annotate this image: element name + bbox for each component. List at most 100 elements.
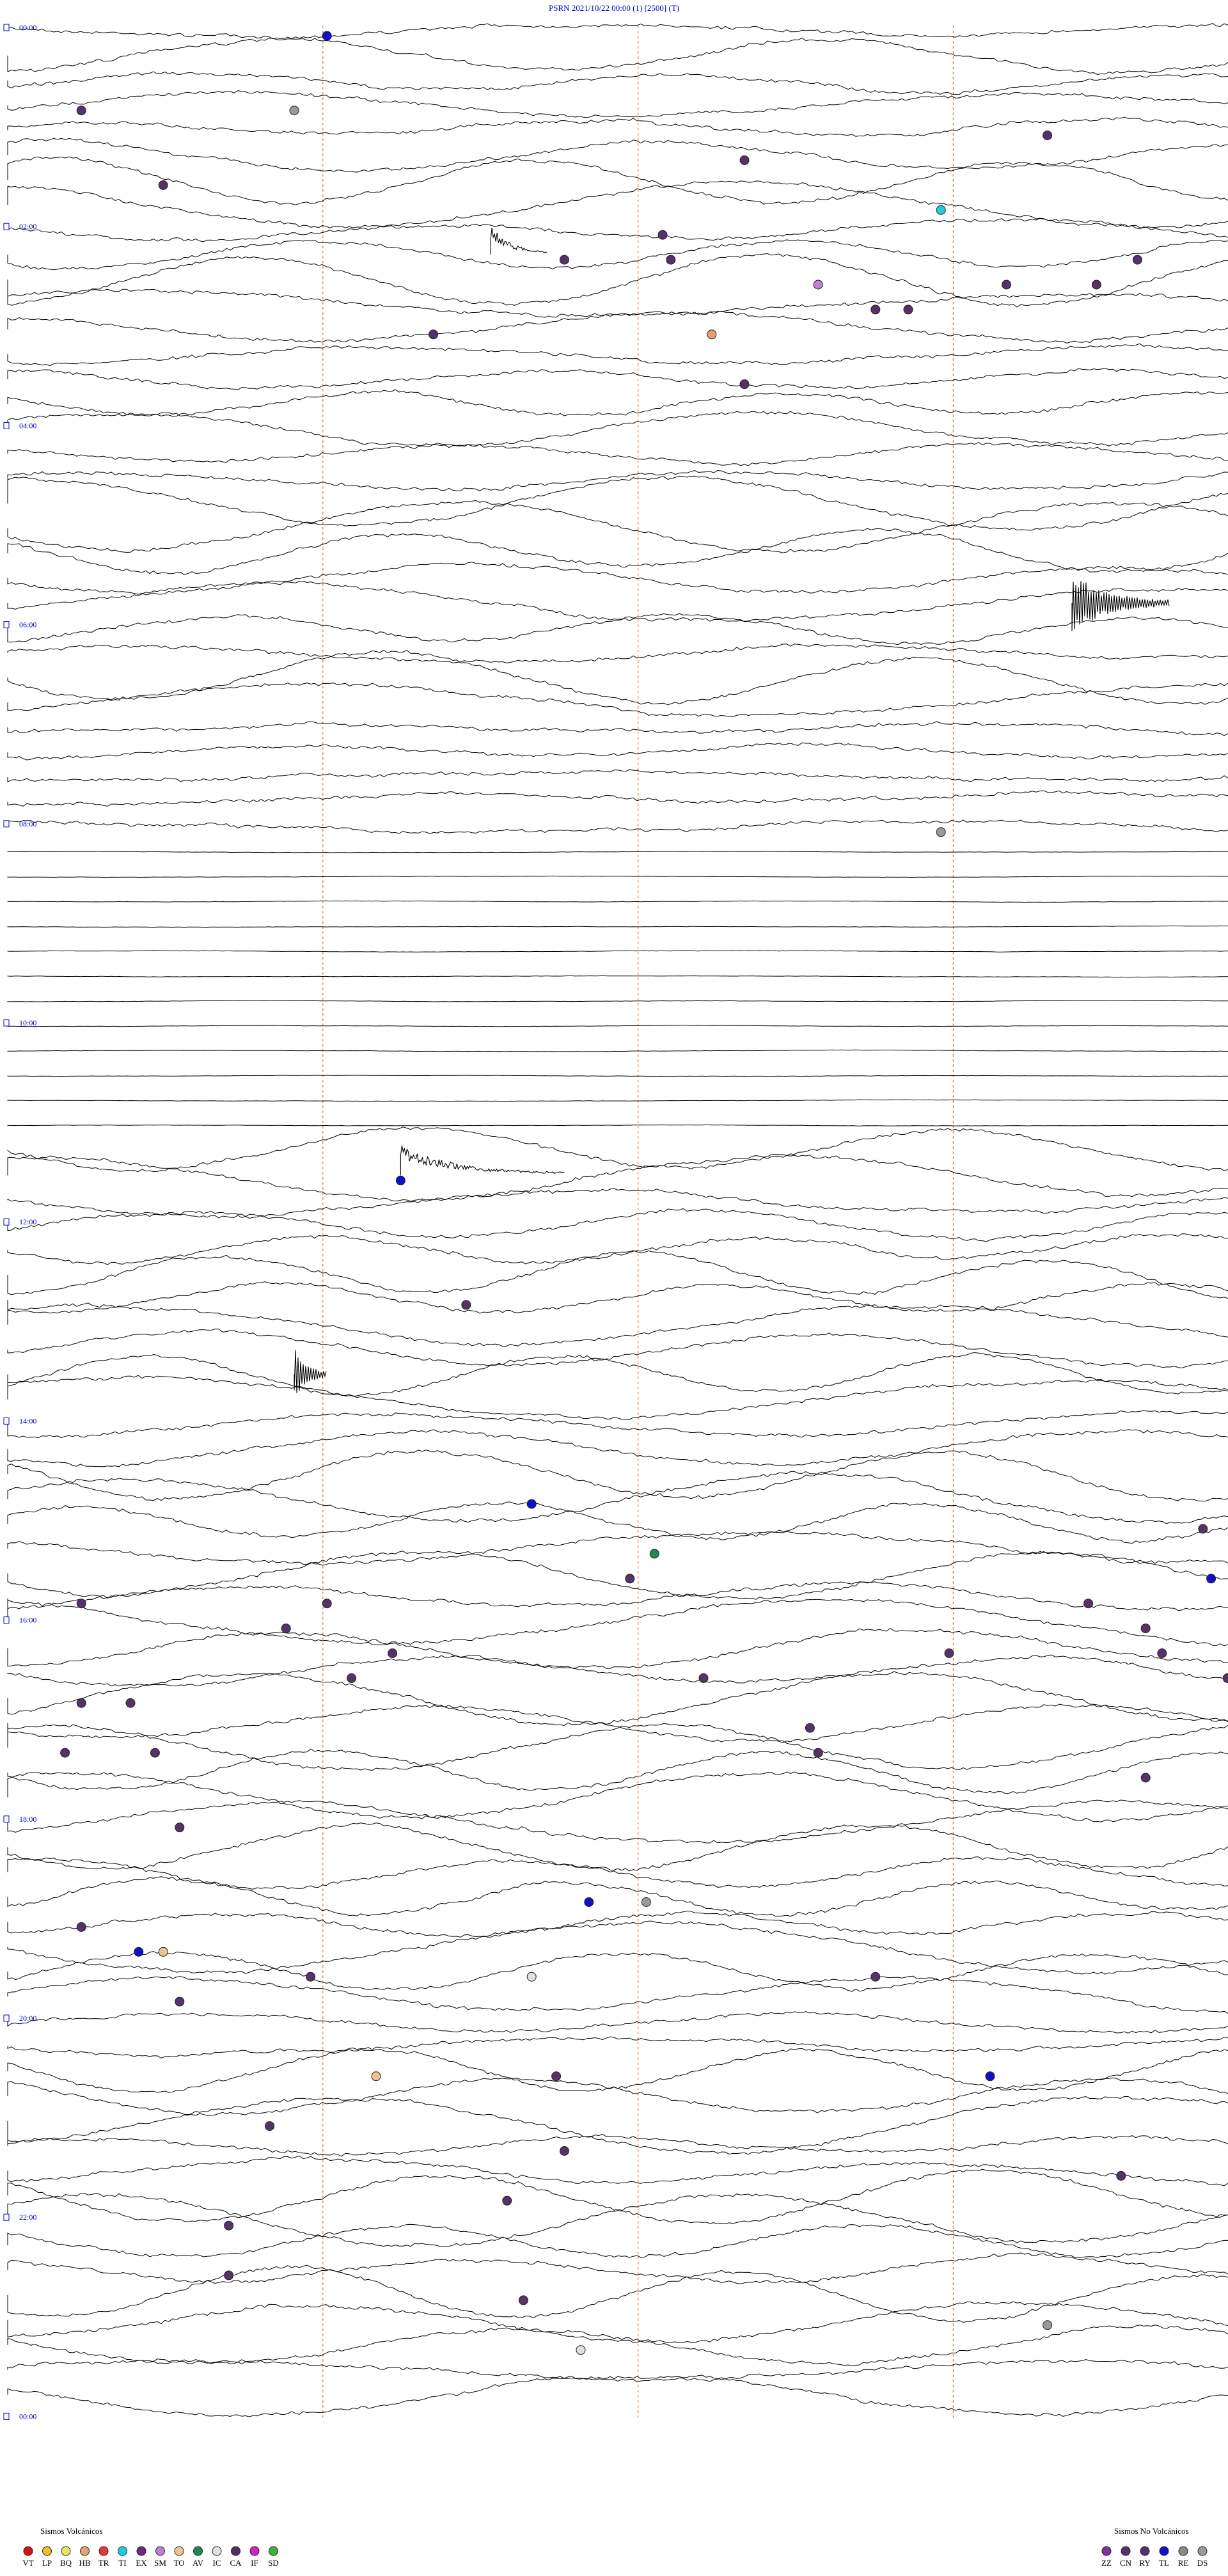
event-dot <box>870 1972 881 1982</box>
legend-dot <box>231 2546 240 2556</box>
legend-dot <box>155 2546 165 2556</box>
event-dot <box>1222 1673 1228 1683</box>
trace-row <box>7 1703 1228 1743</box>
trace-row <box>7 819 1228 834</box>
legend-code: CA <box>230 2558 242 2568</box>
trace-row <box>7 1208 1228 1242</box>
legend-dot <box>269 2546 278 2556</box>
event-dot <box>1157 1648 1167 1658</box>
legend-dot <box>1140 2546 1150 2556</box>
trace-row <box>7 925 1228 928</box>
legend-code: TL <box>1159 2558 1169 2568</box>
trace-row <box>7 790 1228 807</box>
event-dot <box>739 379 750 390</box>
event-dot <box>649 1549 659 1559</box>
trace-row <box>7 1822 1228 1872</box>
time-label-box <box>3 2014 10 2022</box>
legend-dot <box>1178 2546 1188 2556</box>
legend-dot <box>1197 2546 1208 2556</box>
trace-row <box>7 1429 1228 1467</box>
time-label-box <box>3 422 10 429</box>
burst-waveform <box>294 1350 327 1393</box>
trace-row <box>7 475 1228 531</box>
time-label-box <box>3 223 10 230</box>
event-dot <box>158 180 168 190</box>
trace-row <box>7 721 1228 736</box>
trace-row <box>7 1025 1228 1027</box>
event-dot <box>870 304 881 315</box>
event-dot <box>224 2270 234 2280</box>
event-dot <box>461 1300 471 1310</box>
legend-dot <box>136 2546 146 2556</box>
trace-row <box>7 253 1228 308</box>
trace-row <box>7 900 1228 903</box>
event-dot <box>584 1897 594 1907</box>
trace-row <box>7 2252 1228 2284</box>
trace-row <box>7 2134 1228 2157</box>
time-label: 12:00 <box>19 1217 36 1226</box>
event-dot <box>322 1599 332 1609</box>
event-dot <box>429 329 439 340</box>
trace-row <box>7 1410 1228 1439</box>
event-dot <box>698 1673 709 1683</box>
trace-row <box>7 975 1228 978</box>
event-dot <box>813 1748 823 1758</box>
event-dot <box>903 304 913 315</box>
event-dot <box>559 255 569 265</box>
trace-row <box>7 442 1228 466</box>
time-label: 04:00 <box>19 421 36 430</box>
trace-row <box>7 71 1228 95</box>
legend-dot <box>80 2546 90 2556</box>
time-labels: 00:00 02:00 04:00 06:00 08:00 10:00 12:00 14:00… <box>3 23 36 2421</box>
event-dot <box>125 1698 136 1708</box>
event-dot <box>985 2071 995 2082</box>
event-dot <box>641 1897 651 1907</box>
time-label: 08:00 <box>19 819 36 828</box>
legend-code: LP <box>42 2558 52 2568</box>
trace-row <box>7 1302 1228 1347</box>
burst-waveform <box>490 228 547 255</box>
trace-row <box>7 1281 1228 1314</box>
event-dot <box>1002 280 1012 290</box>
legend-dot <box>1101 2546 1112 2556</box>
trace-row <box>7 2011 1228 2034</box>
trace-row <box>7 2077 1228 2116</box>
trace-row <box>7 37 1228 75</box>
legend-nonvolcanic-title: Sismos No Volcánicos <box>1114 2526 1189 2536</box>
trace-row <box>7 411 1228 446</box>
event-dot <box>76 1922 86 1932</box>
trace-row <box>7 1531 1228 1566</box>
event-dot <box>1091 280 1101 290</box>
trace-row <box>7 2359 1228 2383</box>
trace-row <box>7 1471 1228 1524</box>
time-label-box <box>3 24 10 31</box>
trace-row <box>7 1375 1228 1420</box>
trace-row <box>7 1501 1228 1544</box>
time-label: 22:00 <box>19 2213 36 2222</box>
trace-row <box>7 1188 1228 1219</box>
event-dot <box>576 2345 586 2355</box>
burst-waveform <box>400 1145 565 1176</box>
helicorder-chart: PSRN 2021/10/22 00:00 (1) [2500] (T) 00:… <box>3 3 1228 2568</box>
event-dot <box>518 2295 528 2305</box>
trace-row <box>7 1671 1228 1727</box>
trace-row <box>7 2193 1228 2247</box>
trace-row <box>7 389 1228 417</box>
legend-code: VT <box>22 2558 33 2568</box>
trace-row <box>7 1950 1228 1992</box>
time-label: 20:00 <box>19 2014 36 2023</box>
legend-volcanic: Sismos Volcánicos VT LP BQ HB TR TI EX SM TO AV IC… <box>22 2526 278 2568</box>
trace-row <box>7 2325 1228 2366</box>
trace-row <box>7 1654 1228 1687</box>
time-label-box <box>3 2213 10 2221</box>
trace-row <box>7 2264 1228 2323</box>
legend-code: SD <box>268 2558 279 2568</box>
event-dot <box>666 255 676 265</box>
legend-dot <box>212 2546 222 2556</box>
legend-dot <box>249 2546 260 2556</box>
event-dot <box>76 1698 86 1708</box>
trace-row <box>7 23 1228 40</box>
trace-row <box>7 1723 1228 1771</box>
event-dot <box>388 1648 398 1658</box>
legend-dot <box>174 2546 184 2556</box>
